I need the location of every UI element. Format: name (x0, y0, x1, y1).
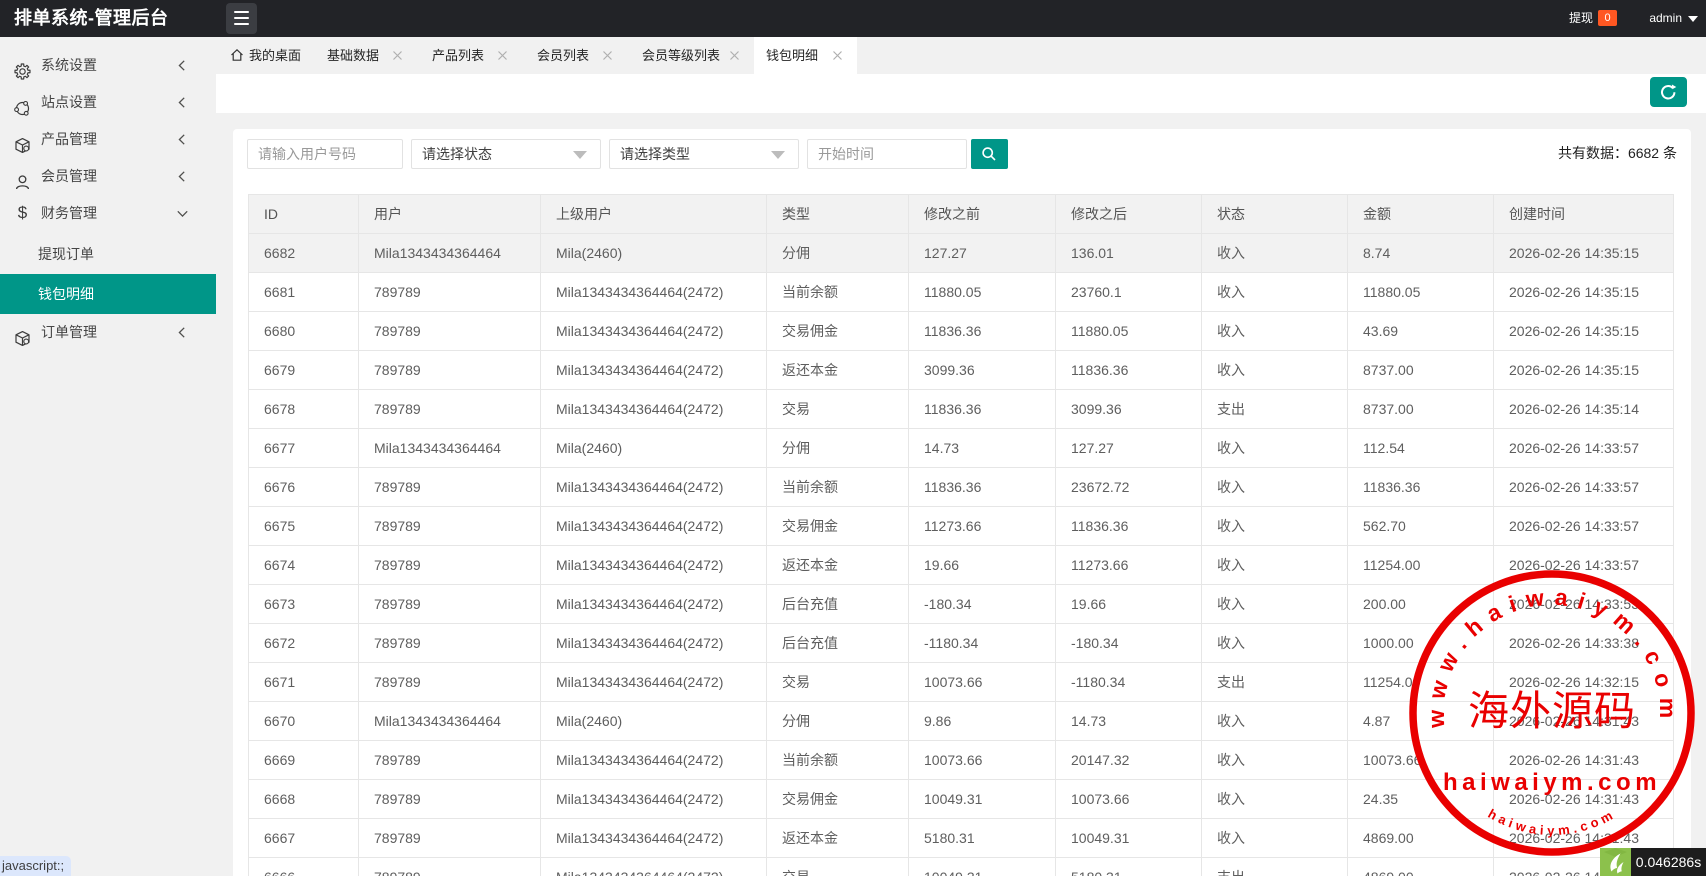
svg-text:haiwaiym.com: haiwaiym.com (1485, 806, 1618, 838)
svg-text:haiwaiym.com: haiwaiym.com (1443, 769, 1661, 796)
svg-text:海外源码: 海外源码 (1468, 688, 1636, 734)
